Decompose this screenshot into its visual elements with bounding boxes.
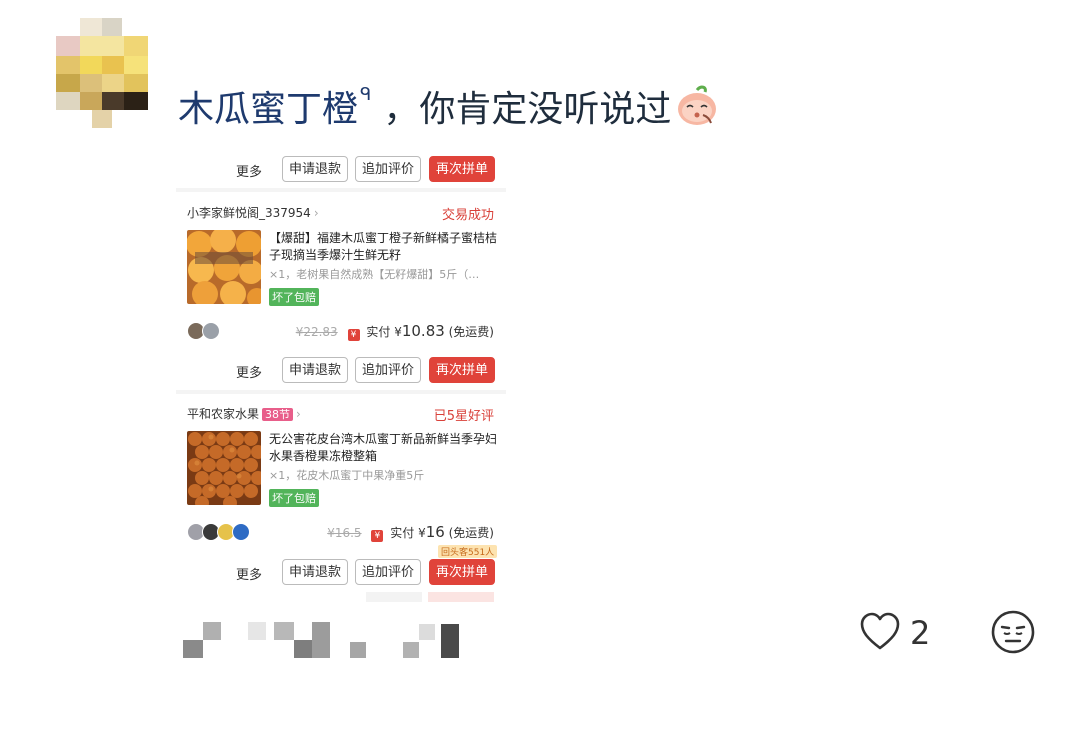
order-status: 交易成功 xyxy=(441,208,494,223)
shop-name-text: 小李家鲜悦阁_337954 xyxy=(187,206,311,220)
search-icon[interactable]: ᑫ xyxy=(360,84,371,105)
heart-outline-icon[interactable] xyxy=(858,610,902,654)
chevron-right-icon: › xyxy=(296,407,301,421)
add-review-button[interactable]: 追加评价 xyxy=(355,357,421,383)
order-actions: 更多 申请退款 追加评价 再次拼单 xyxy=(176,154,506,184)
original-price: ¥22.83 xyxy=(295,325,338,339)
post-title-text: ，你肯定没听说过 xyxy=(383,89,672,130)
product-title[interactable]: 无公害花皮台湾木瓜蜜丁新品新鲜当季孕妇水果香橙果冻橙整箱 xyxy=(269,431,497,465)
order-actions: 回头客551人 更多 申请退款 追加评价 再次拼单 xyxy=(176,545,506,587)
product-image[interactable] xyxy=(187,431,261,505)
add-review-button[interactable]: 追加评价 xyxy=(355,559,421,585)
peach-face-emoji-icon xyxy=(675,85,719,127)
paid-currency: ¥ xyxy=(394,325,402,339)
payment-icon: ¥ xyxy=(347,329,360,341)
original-price: ¥16.5 xyxy=(327,526,362,540)
order-list-screenshot: 更多 申请退款 追加评价 再次拼单 小李家鲜悦阁_337954 › 交易成功 【… xyxy=(176,150,506,610)
like-count: 2 xyxy=(910,614,931,652)
refund-button[interactable]: 申请退款 xyxy=(282,156,348,182)
buyer-avatars xyxy=(187,523,250,541)
refund-button[interactable]: 申请退款 xyxy=(282,559,348,585)
paid-label: 实付 xyxy=(366,325,391,339)
festival-tag: 38节 xyxy=(262,408,294,421)
more-button[interactable]: 更多 xyxy=(236,161,262,180)
more-button[interactable]: 更多 xyxy=(236,362,262,381)
guarantee-badge: 坏了包赔 xyxy=(269,489,319,507)
price-row: ¥22.83 ¥ 实付 ¥10.83 (免运费) xyxy=(296,322,494,341)
regroup-button[interactable]: 再次拼单 xyxy=(429,156,495,182)
product-spec: ×1，花皮木瓜蜜丁中果净重5斤 xyxy=(269,469,425,482)
buyer-avatars xyxy=(187,322,220,340)
refund-button[interactable]: 申请退款 xyxy=(282,357,348,383)
avatar[interactable] xyxy=(56,18,148,128)
paid-amount: 16 xyxy=(425,523,445,541)
chevron-right-icon: › xyxy=(313,206,319,220)
regroup-button[interactable]: 再次拼单 xyxy=(429,559,495,585)
paid-amount: 10.83 xyxy=(401,322,445,340)
shop-name[interactable]: 小李家鲜悦阁_337954 › xyxy=(187,204,319,221)
expressionless-face-icon[interactable] xyxy=(990,609,1036,655)
guarantee-badge: 坏了包赔 xyxy=(269,288,319,306)
more-button[interactable]: 更多 xyxy=(236,564,262,583)
product-spec: ×1，老树果自然成熟【无籽爆甜】5斤（… xyxy=(269,268,480,281)
shop-name-text: 平和农家水果 xyxy=(187,407,260,421)
add-review-button[interactable]: 追加评价 xyxy=(355,156,421,182)
shipping-note: (免运费) xyxy=(448,526,494,540)
faded-strip xyxy=(366,592,422,602)
paid-label: 实付 xyxy=(390,526,415,540)
product-title[interactable]: 【爆甜】福建木瓜蜜丁橙子新鲜橘子蜜桔桔子现摘当季爆汁生鲜无籽 xyxy=(269,230,497,264)
divider xyxy=(176,188,506,192)
divider xyxy=(176,390,506,394)
faded-strip xyxy=(428,592,494,602)
post-title: 木瓜蜜丁橙 ᑫ ，你肯定没听说过 xyxy=(178,80,719,132)
regroup-button[interactable]: 再次拼单 xyxy=(429,357,495,383)
search-keyword-link[interactable]: 木瓜蜜丁橙 xyxy=(178,80,358,132)
shop-name[interactable]: 平和农家水果 38节 › xyxy=(187,405,301,422)
order-status: 已5星好评 xyxy=(433,409,494,424)
repeat-customer-badge: 回头客551人 xyxy=(438,545,498,558)
order-card: 小李家鲜悦阁_337954 › 交易成功 【爆甜】福建木瓜蜜丁橙子新鲜橘子蜜桔桔子… xyxy=(176,204,506,394)
price-row: ¥16.5 ¥ 实付 ¥16 (免运费) xyxy=(327,523,494,542)
order-actions: 更多 申请退款 追加评价 再次拼单 xyxy=(176,355,506,385)
shipping-note: (免运费) xyxy=(448,325,494,339)
payment-icon: ¥ xyxy=(371,530,384,542)
paid-currency: ¥ xyxy=(418,526,426,540)
product-image[interactable] xyxy=(187,230,261,304)
